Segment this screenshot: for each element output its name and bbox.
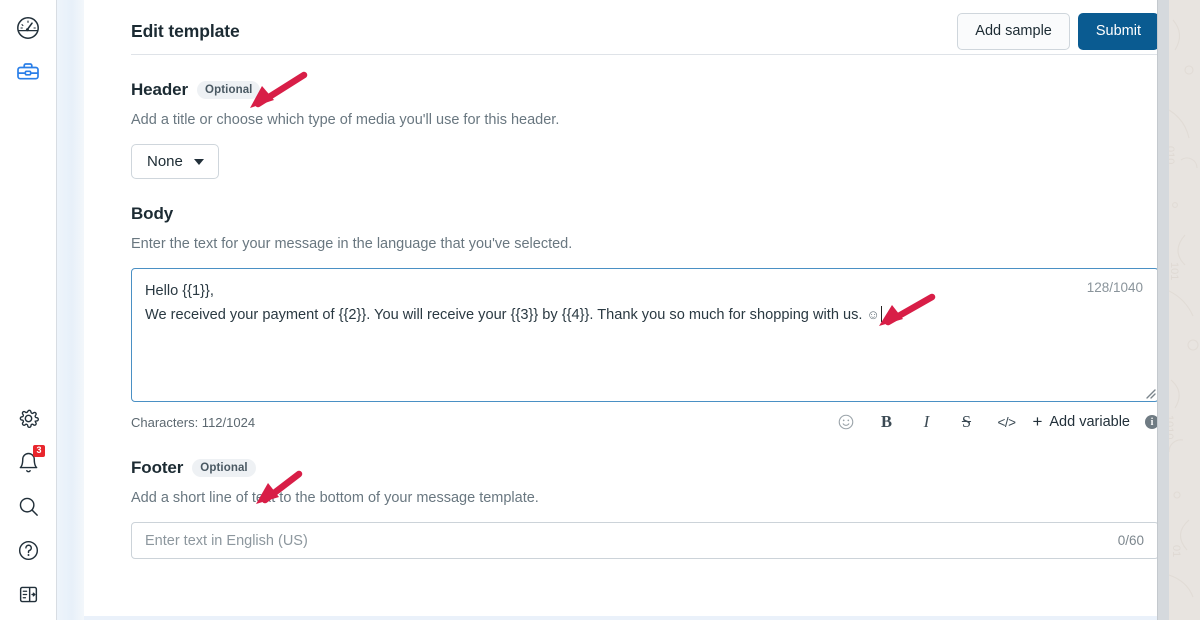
edit-template-panel: Edit template Add sample Submit Header O… <box>84 0 1200 620</box>
body-text-line-2: We received your payment of {{2}}. You w… <box>145 307 867 323</box>
gear-icon <box>17 407 40 430</box>
body-section-description: Enter the text for your message in the l… <box>131 236 573 252</box>
vertical-scrollbar[interactable] <box>1157 0 1169 620</box>
chevron-down-icon <box>193 158 204 165</box>
body-format-toolbar: B I S </> + Add variable i <box>826 411 1159 433</box>
bell-icon-button[interactable]: 3 <box>6 440 50 484</box>
footer-text-input[interactable]: Enter text in English (US) 0/60 <box>131 522 1159 559</box>
add-sample-button[interactable]: Add sample <box>957 12 1070 50</box>
page-title: Edit template <box>131 20 240 41</box>
help-icon <box>17 539 40 562</box>
body-section: Body Enter the text for your message in … <box>131 179 1159 433</box>
panel-topbar: Edit template Add sample Submit <box>131 0 1159 54</box>
text-cursor <box>880 306 882 322</box>
header-section-description: Add a title or choose which type of medi… <box>131 112 560 128</box>
body-inline-counter: 128/1040 <box>1086 280 1143 295</box>
svg-text:010: 010 <box>1169 146 1176 164</box>
svg-text:01: 01 <box>1170 545 1182 557</box>
app-window: 3 Edit template Add sample Submit Header… <box>0 0 1200 620</box>
code-button[interactable]: </> <box>986 411 1026 433</box>
svg-text:101: 101 <box>1169 262 1180 280</box>
italic-button[interactable]: I <box>906 411 946 433</box>
smiley-emoji-icon: ☺ <box>866 307 880 322</box>
decorative-pattern-background: 010 101 1010 01 <box>1169 0 1200 620</box>
body-section-title: Body <box>131 204 174 223</box>
left-icon-rail: 3 <box>0 0 57 620</box>
plus-icon: + <box>1032 412 1043 431</box>
header-media-type-value: None <box>147 153 183 170</box>
footer-optional-badge: Optional <box>192 459 256 477</box>
gear-icon-button[interactable] <box>6 396 50 440</box>
dashboard-gauge-icon <box>15 15 41 41</box>
dashboard-gauge-icon-button[interactable] <box>6 6 50 50</box>
search-icon-button[interactable] <box>6 484 50 528</box>
header-section-heading: Header Optional <box>131 80 1159 100</box>
header-media-type-select[interactable]: None <box>131 144 219 179</box>
topbar-actions: Add sample Submit <box>957 12 1159 50</box>
rail-bottom-group: 3 <box>0 396 56 616</box>
toolbox-icon-button[interactable] <box>6 50 50 94</box>
textarea-resize-handle[interactable] <box>1142 385 1156 399</box>
footer-section-description: Add a short line of text to the bottom o… <box>131 490 539 506</box>
strikethrough-button[interactable]: S <box>946 411 986 433</box>
body-editor-footer: Characters: 112/1024 B I S </> + Add var… <box>131 411 1159 433</box>
panel-toggle-icon <box>17 583 40 606</box>
toolbox-icon <box>15 59 41 85</box>
body-editor-text: Hello {{1}}, We received your payment of … <box>145 280 890 327</box>
footer-section-heading: Footer Optional <box>131 458 1159 478</box>
submit-button[interactable]: Submit <box>1077 12 1159 50</box>
emoji-picker-icon[interactable] <box>826 411 866 433</box>
svg-text:1010: 1010 <box>1169 415 1175 439</box>
footer-input-placeholder: Enter text in English (US) <box>145 532 308 549</box>
body-text-line-1: Hello {{1}}, <box>145 283 214 299</box>
panel-content: Edit template Add sample Submit Header O… <box>84 0 1200 616</box>
help-icon-button[interactable] <box>6 528 50 572</box>
header-section-title: Header <box>131 80 189 99</box>
footer-section: Footer Optional Add a short line of text… <box>131 433 1159 559</box>
notification-badge: 3 <box>33 445 45 457</box>
right-edge-area: 010 101 1010 01 <box>1157 0 1200 620</box>
body-editor[interactable]: Hello {{1}}, We received your payment of … <box>131 268 1159 402</box>
panel-toggle-icon-button[interactable] <box>6 572 50 616</box>
add-variable-label: Add variable <box>1049 414 1130 430</box>
rail-top-group <box>6 0 50 94</box>
footer-section-title: Footer <box>131 458 184 477</box>
body-editor-wrap: Hello {{1}}, We received your payment of … <box>131 268 1159 433</box>
search-icon <box>17 495 40 518</box>
header-section: Header Optional Add a title or choose wh… <box>131 55 1159 179</box>
add-variable-button[interactable]: + Add variable <box>1032 412 1130 431</box>
body-characters-count: Characters: 112/1024 <box>131 414 256 430</box>
footer-character-counter: 0/60 <box>1117 533 1144 548</box>
header-optional-badge: Optional <box>197 81 261 99</box>
body-section-heading: Body <box>131 204 1159 224</box>
panel-gutter <box>57 0 84 620</box>
bold-button[interactable]: B <box>866 411 906 433</box>
